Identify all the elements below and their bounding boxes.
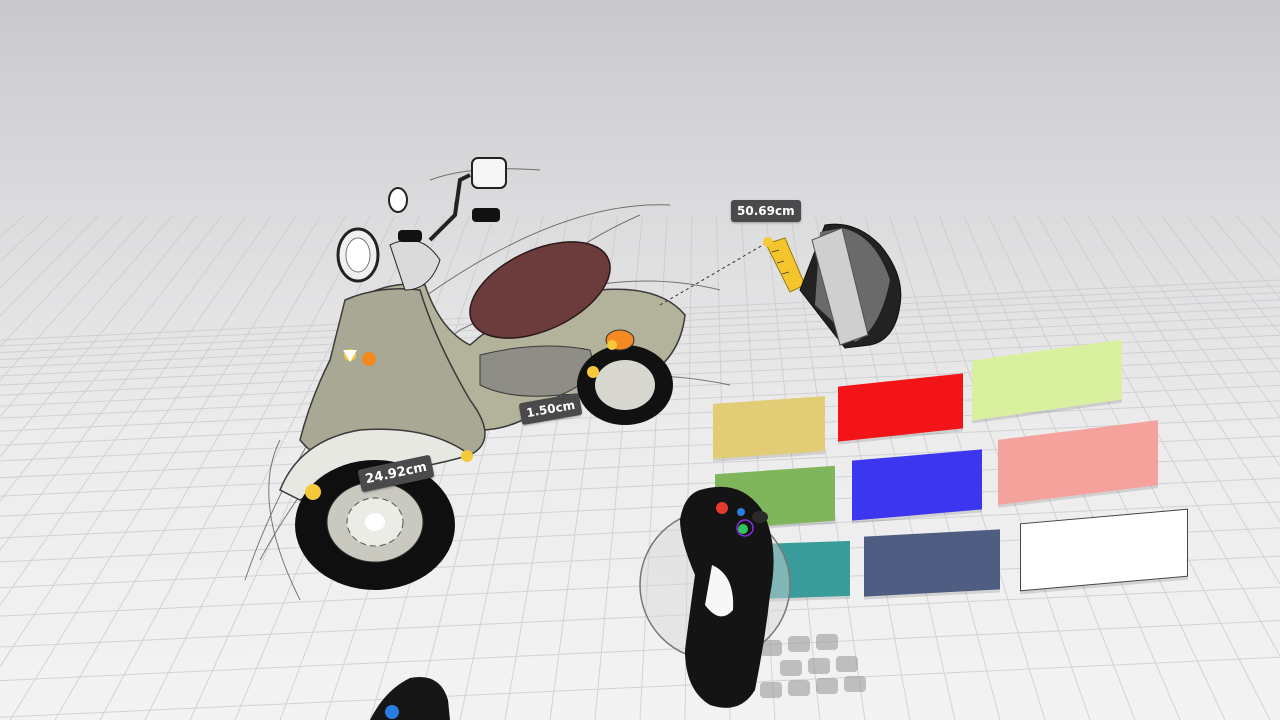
vr-sketch-viewport[interactable]: 50.69cm 1.50cm 24.92cm [0, 0, 1280, 720]
left-controller[interactable] [0, 0, 1280, 720]
